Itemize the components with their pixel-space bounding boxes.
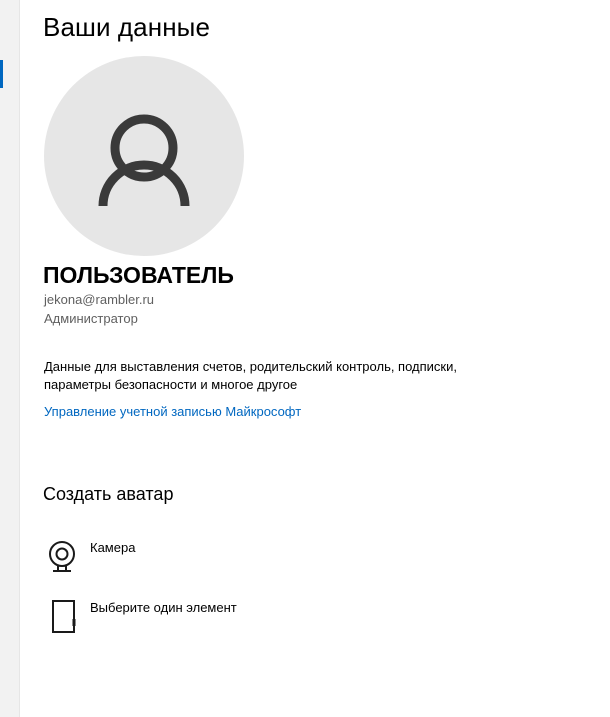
page-title: Ваши данные [43,12,211,42]
browse-file-option-label: Выберите один элемент [90,600,237,615]
nav-selection-indicator [0,60,3,88]
browse-file-option[interactable]: Выберите один элемент [43,598,343,638]
camera-option[interactable]: Камера [43,538,343,578]
navigation-pane-edge [0,0,20,717]
person-icon [98,114,190,207]
manage-microsoft-account-link[interactable]: Управление учетной записью Майкрософт [44,404,301,419]
user-display-name: ПОЛЬЗОВАТЕЛЬ [43,262,234,288]
create-avatar-heading: Создать аватар [43,484,174,504]
user-avatar[interactable] [44,56,244,256]
camera-icon [45,538,79,578]
account-description: Данные для выставления счетов, родительс… [44,359,457,392]
file-browse-icon [45,598,79,638]
camera-option-label: Камера [90,540,136,555]
user-account-type: Администратор [44,311,138,326]
user-email: jekona@rambler.ru [44,292,155,307]
your-info-page: Ваши данные ПОЛЬЗОВАТЕЛЬ jekona@rambler.… [43,0,610,717]
